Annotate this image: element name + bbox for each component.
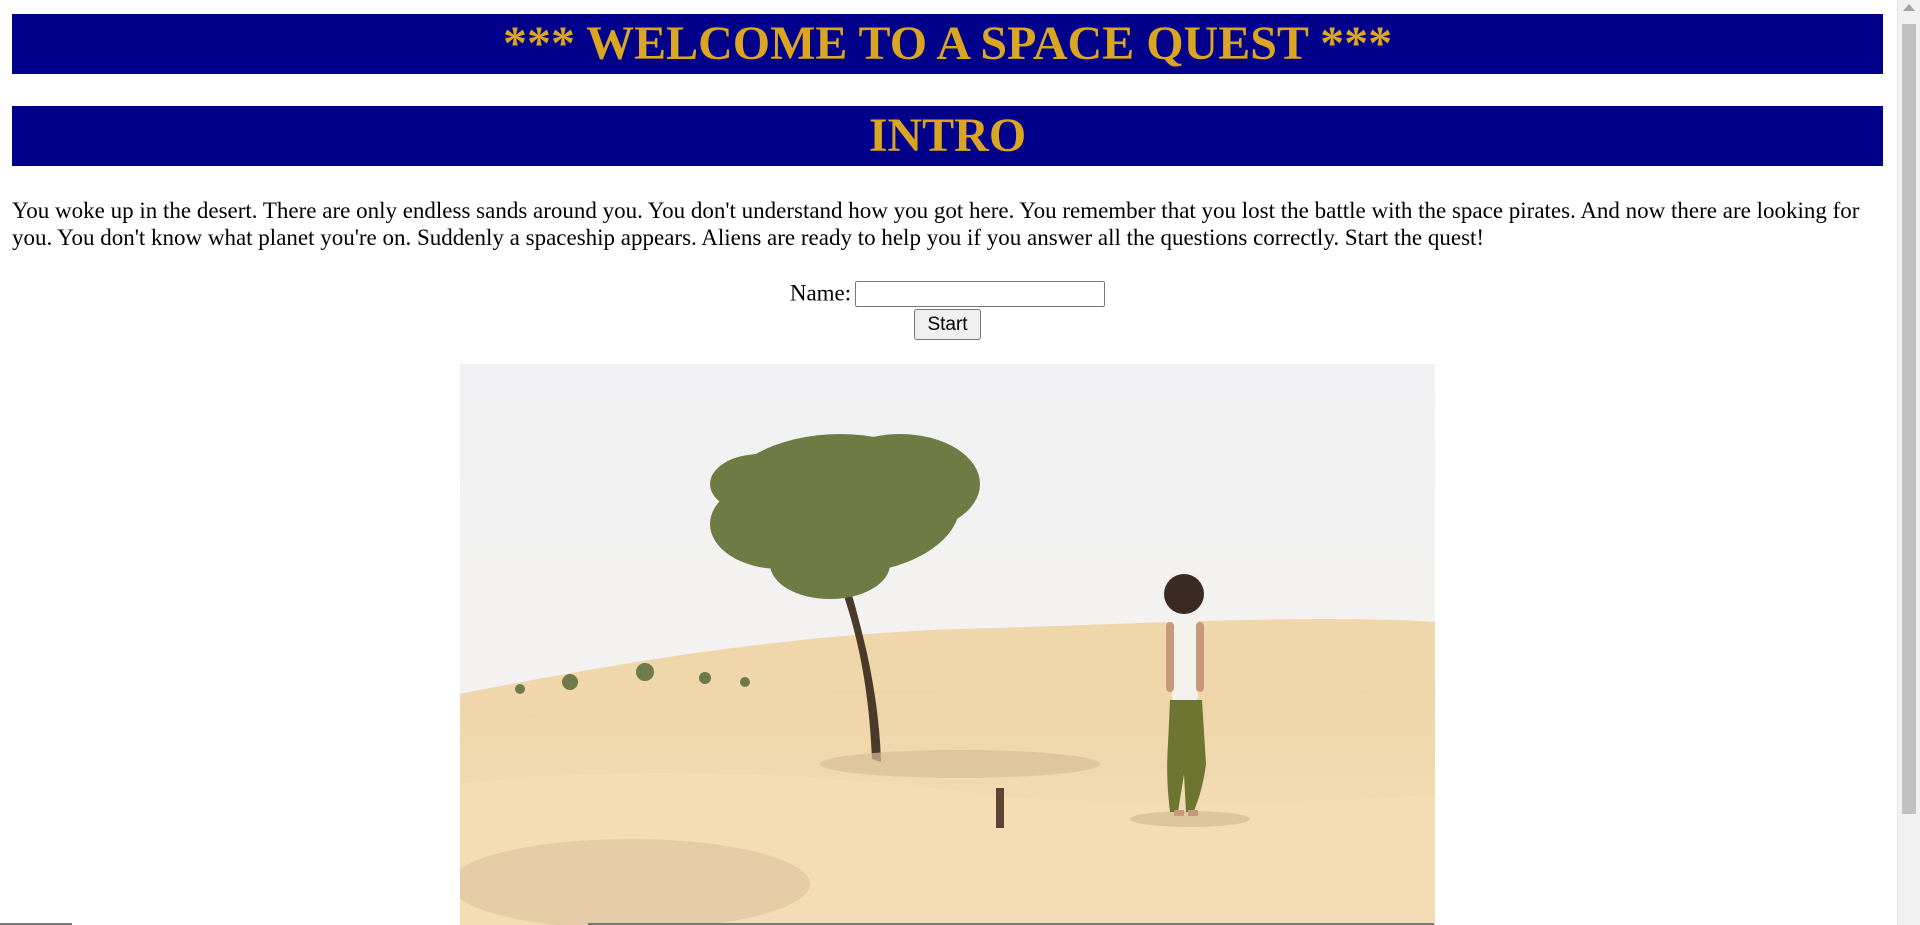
scrollbar-thumb[interactable] [1902, 24, 1916, 814]
page: *** WELCOME TO A SPACE QUEST *** INTRO Y… [0, 0, 1898, 925]
start-row: Start [0, 309, 1895, 340]
name-form-row: Name: [0, 276, 1895, 310]
page-title: *** WELCOME TO A SPACE QUEST *** [12, 14, 1883, 74]
vertical-scrollbar[interactable] [1897, 0, 1920, 925]
start-button[interactable]: Start [914, 309, 981, 340]
name-input[interactable] [855, 280, 1106, 307]
intro-paragraph: You woke up in the desert. There are onl… [12, 198, 1860, 250]
scroll-up-arrow-icon[interactable] [1903, 4, 1915, 11]
name-label: Name: [789, 280, 852, 306]
desert-photo [460, 364, 1435, 925]
section-title: INTRO [12, 106, 1883, 166]
